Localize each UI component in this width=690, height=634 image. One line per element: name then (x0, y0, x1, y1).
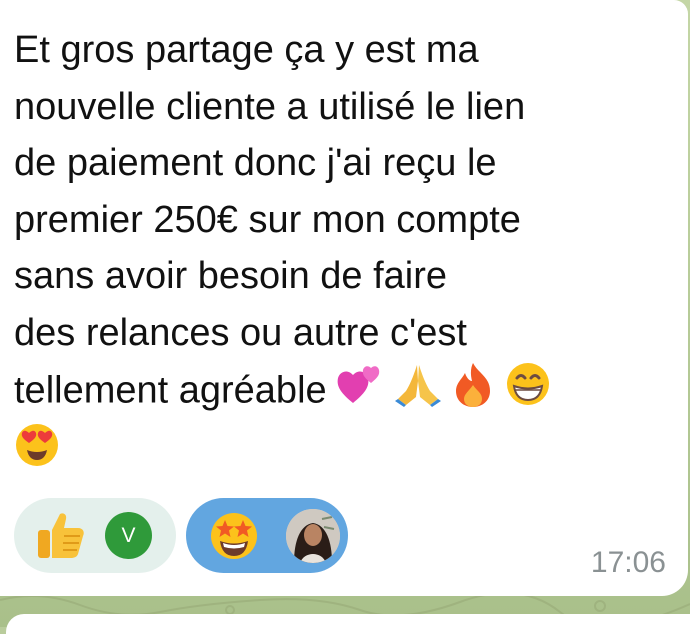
thumbs-up-icon (34, 510, 86, 565)
folded-hands-icon (394, 361, 442, 424)
message-bubble[interactable]: Et gros partage ça y est ma nouvelle cli… (0, 0, 688, 596)
message-line: premier 250€ sur mon compte (14, 198, 521, 241)
message-line: sans avoir besoin de faire (14, 255, 448, 297)
star-struck-icon (208, 510, 260, 567)
heart-eyes-icon (14, 422, 60, 485)
grinning-face-icon (505, 361, 551, 424)
message-line: nouvelle cliente a utilisé le lien (14, 85, 526, 128)
message-last-line: tellement agréable (14, 361, 674, 424)
emoji-line (14, 423, 674, 480)
message-time: 17:06 (590, 546, 666, 579)
reaction-star-struck[interactable] (186, 498, 348, 573)
message-line: de paiement donc j'ai reçu le (14, 142, 497, 184)
next-message-edge (6, 614, 690, 634)
fire-icon (452, 361, 494, 424)
message-line: tellement agréable (14, 369, 327, 412)
reactor-avatar: V (105, 512, 152, 559)
message-line: Et gros partage ça y est ma (14, 29, 479, 71)
message-line: des relances ou autre c'est (14, 311, 467, 354)
reaction-thumbs-up[interactable]: V (14, 498, 176, 573)
two-hearts-icon (337, 363, 383, 422)
message-text: Et gros partage ça y est ma nouvelle cli… (14, 22, 674, 480)
reactor-avatar-photo (286, 509, 340, 563)
